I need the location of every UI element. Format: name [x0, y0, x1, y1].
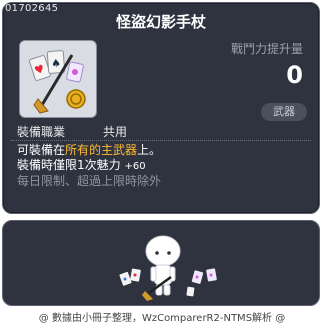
character-preview-panel	[2, 220, 320, 306]
job-row: 裝備職業 共用	[17, 123, 127, 140]
combat-power-label: 戰鬥力提升量	[230, 42, 303, 56]
item-tooltip: 01702645 怪盜幻影手杖 ♥ ♠ 戰鬥力提升量 0 武器 裝備職業 共用 …	[2, 2, 320, 214]
phantom-cane-icon: ♥ ♠	[29, 50, 86, 114]
item-name: 怪盜幻影手杖	[115, 13, 206, 31]
character-preview	[119, 235, 217, 301]
job-label: 裝備職業	[17, 125, 66, 139]
desc-prefix: 可裝備在	[17, 143, 66, 157]
footer-credit: @ 數據由小冊子整理，WzComparerR2-NTMS解析 @	[38, 313, 286, 324]
job-value: 共用	[103, 125, 128, 139]
svg-text:♠: ♠	[51, 57, 62, 71]
desc-highlight: 所有的主武器	[65, 143, 138, 157]
description-line-1: 可裝備在所有的主武器上。	[17, 143, 161, 158]
divider	[11, 140, 311, 141]
desc-charm-bonus: +60	[124, 161, 146, 172]
description-line-3: 每日限制、超過上限時除外	[17, 174, 162, 188]
combat-power-value: 0	[286, 61, 303, 89]
desc-suffix: 上。	[137, 143, 162, 157]
item-type-badge: 武器	[261, 103, 307, 121]
item-icon-frame: ♥ ♠	[19, 40, 97, 118]
desc-charm-text: 裝備時僅限1次魅力	[17, 158, 121, 172]
description-line-2: 裝備時僅限1次魅力 +60	[17, 158, 161, 174]
item-description: 可裝備在所有的主武器上。 裝備時僅限1次魅力 +60 每日限制、超過上限時除外	[17, 143, 161, 189]
